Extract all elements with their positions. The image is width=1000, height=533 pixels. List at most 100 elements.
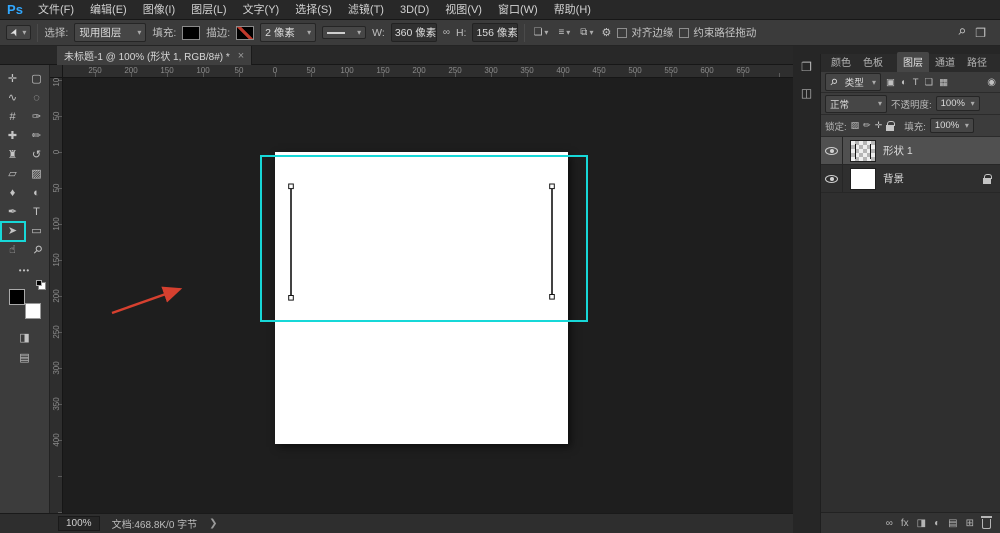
fill-color-swatch[interactable]	[182, 26, 200, 40]
path-alignment-dropdown[interactable]: ≡ ▾	[556, 27, 572, 38]
filter-kind-dropdown[interactable]: ⚲ 类型 ▾	[825, 73, 881, 91]
opacity-dropdown[interactable]: 100% ▾	[936, 96, 980, 111]
history-brush-tool-icon[interactable]: ↺	[25, 146, 49, 165]
filter-pixel-layers-icon[interactable]: ▣	[885, 77, 896, 88]
status-chevron-icon[interactable]: ❯	[209, 518, 217, 529]
path-selection-tool-icon[interactable]: ➤	[1, 222, 25, 241]
chevron-down-icon: ▾	[22, 28, 26, 37]
filter-toggle-icon[interactable]: ◉	[987, 77, 996, 88]
tab-swatches[interactable]: 色板	[857, 52, 889, 72]
screen-mode-icon[interactable]: ▤	[19, 351, 29, 364]
menu-item[interactable]: 3D(D)	[392, 0, 437, 20]
canvas-area[interactable]: 2502001501005005010015020025030035040045…	[50, 65, 793, 513]
clone-stamp-tool-icon[interactable]: ♜	[1, 146, 25, 165]
filter-shape-layers-icon[interactable]: ❏	[924, 77, 935, 88]
layer-thumbnail[interactable]	[850, 168, 876, 190]
close-icon[interactable]: ×	[238, 50, 244, 62]
default-colors-icon[interactable]	[36, 280, 42, 286]
gradient-tool-icon[interactable]: ▨	[25, 165, 49, 184]
stroke-width-dropdown[interactable]: 2 像素 ▾	[260, 23, 316, 42]
width-input[interactable]: 360 像素	[391, 23, 437, 42]
ruler-number: 100	[50, 78, 63, 86]
healing-brush-tool-icon[interactable]: ✚	[1, 127, 25, 146]
new-layer-icon[interactable]: ⊞	[966, 518, 974, 529]
layer-mask-icon[interactable]: ◨	[917, 518, 926, 529]
layer-name: 形状 1	[883, 143, 913, 158]
menu-item[interactable]: 编辑(E)	[82, 0, 135, 20]
select-mode-dropdown[interactable]: 现用图层 ▾	[74, 23, 146, 42]
crop-tool-icon[interactable]: #	[1, 108, 25, 127]
lock-image-pixels-icon[interactable]: ✏	[863, 120, 871, 131]
foreground-color-swatch[interactable]	[9, 289, 25, 305]
stroke-color-swatch[interactable]	[236, 26, 254, 40]
filter-adjustment-layers-icon[interactable]: ◐	[900, 77, 908, 88]
link-layers-icon[interactable]: ∞	[886, 518, 893, 529]
quick-selection-tool-icon[interactable]: ◌	[25, 89, 49, 108]
lock-transparent-pixels-icon[interactable]: ▨	[851, 120, 860, 131]
layer-row-background[interactable]: 背景	[821, 165, 1000, 193]
tab-color[interactable]: 颜色	[825, 52, 857, 72]
fill-opacity-value: 100%	[935, 120, 959, 131]
blend-mode-dropdown[interactable]: 正常 ▾	[825, 95, 887, 113]
menu-item[interactable]: 图像(I)	[135, 0, 183, 20]
layer-row-shape-1[interactable]: 形状 1	[821, 137, 1000, 165]
stroke-style-dropdown[interactable]: ▾	[322, 26, 366, 39]
dodge-tool-icon[interactable]: ◐	[25, 184, 49, 203]
annotation-arrow	[112, 289, 180, 313]
delete-layer-icon[interactable]	[982, 519, 991, 529]
path-operations-dropdown[interactable]: ❏ ▾	[531, 27, 550, 38]
menu-item[interactable]: 选择(S)	[287, 0, 340, 20]
search-icon[interactable]: ⚲	[953, 25, 968, 40]
lock-row: 锁定: ▨ ✏ ✛ 填充: 100% ▾	[821, 115, 1000, 137]
lock-position-icon[interactable]: ✛	[875, 120, 883, 131]
lock-all-icon[interactable]	[886, 125, 894, 131]
constrain-path-drag-checkbox[interactable]: 约束路径拖动	[679, 25, 756, 40]
menu-item[interactable]: 图层(L)	[183, 0, 234, 20]
layer-thumbnail[interactable]	[850, 140, 876, 162]
hand-tool-icon[interactable]: ☝	[1, 241, 25, 260]
layer-style-fx-icon[interactable]: fx	[901, 518, 909, 529]
adjustment-layer-icon[interactable]: ◐	[934, 518, 940, 529]
eyedropper-tool-icon[interactable]: ✑	[25, 108, 49, 127]
tool-preset-dropdown[interactable]: ➤ ▾	[6, 25, 31, 40]
eraser-tool-icon[interactable]: ▱	[1, 165, 25, 184]
marquee-tool-icon[interactable]: ▢	[25, 70, 49, 89]
menu-item[interactable]: 文件(F)	[30, 0, 82, 20]
lasso-tool-icon[interactable]: ∿	[1, 89, 25, 108]
tab-channels[interactable]: 通道	[929, 52, 961, 72]
document-tab[interactable]: 未标题-1 @ 100% (形状 1, RGB/8#) * ×	[57, 46, 252, 65]
gear-icon[interactable]: ⚙	[601, 26, 611, 39]
brush-tool-icon[interactable]: ✏	[25, 127, 49, 146]
zoom-level-input[interactable]: 100%	[58, 516, 100, 531]
menu-item[interactable]: 窗口(W)	[490, 0, 546, 20]
menu-item[interactable]: 帮助(H)	[546, 0, 599, 20]
type-tool-icon[interactable]: T	[25, 203, 49, 222]
align-edges-checkbox[interactable]: 对齐边缘	[617, 25, 673, 40]
collapsed-panel-icon-2[interactable]: ◫	[797, 84, 817, 102]
fill-opacity-dropdown[interactable]: 100% ▾	[930, 118, 974, 133]
workspace-icon[interactable]: ❐	[975, 26, 986, 40]
collapsed-panel-icon[interactable]: ❐	[797, 58, 817, 76]
pen-tool-icon[interactable]: ✒	[1, 203, 25, 222]
background-color-swatch[interactable]	[25, 303, 41, 319]
menu-item[interactable]: 文字(Y)	[235, 0, 288, 20]
visibility-toggle[interactable]	[821, 137, 843, 164]
path-arrange-dropdown[interactable]: ⧉ ▾	[578, 27, 595, 38]
ruler-origin[interactable]	[50, 65, 63, 78]
edit-toolbar-dots-icon[interactable]: •••	[19, 266, 30, 275]
quick-mask-icon[interactable]: ◨	[19, 331, 29, 344]
ruler-number: 50	[50, 182, 63, 194]
move-tool-icon[interactable]: ✛	[1, 70, 25, 89]
filter-smart-object-icon[interactable]: ▦	[938, 77, 949, 88]
visibility-toggle[interactable]	[821, 165, 843, 192]
tab-layers[interactable]: 图层	[897, 52, 929, 72]
select-mode-label: 选择:	[44, 25, 68, 40]
new-group-icon[interactable]: ▤	[948, 518, 957, 529]
menu-item[interactable]: 视图(V)	[437, 0, 490, 20]
tab-paths[interactable]: 路径	[961, 52, 993, 72]
menu-item[interactable]: 滤镜(T)	[340, 0, 392, 20]
blur-tool-icon[interactable]: ♦	[1, 184, 25, 203]
height-input[interactable]: 156 像素	[472, 23, 518, 42]
link-dimensions-icon[interactable]: ∞	[443, 27, 450, 38]
filter-type-layers-icon[interactable]: T	[912, 77, 920, 88]
